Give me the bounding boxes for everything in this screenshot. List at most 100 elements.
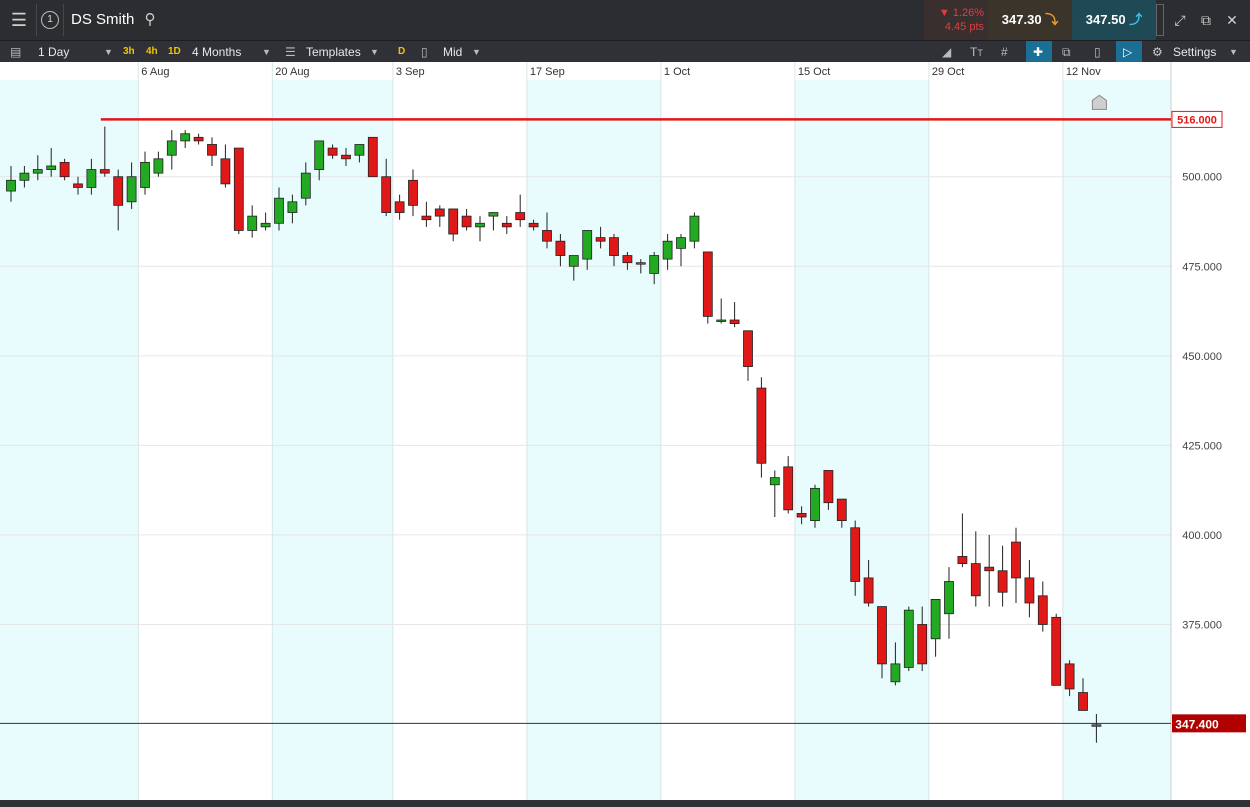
templates-button[interactable]: Templates — [306, 41, 361, 63]
candle-icon[interactable]: ▯ — [421, 41, 428, 63]
candle-body — [1024, 577, 1035, 604]
settings-button[interactable]: Settings — [1173, 41, 1216, 63]
chevron-down-icon[interactable]: ▼ — [370, 41, 379, 63]
price-chart[interactable]: 6 Aug 20 Aug 3 Sep 17 Sep 1 Oct 15 Oct 29 Oct 1… — [0, 62, 1250, 800]
candle-body — [153, 158, 164, 174]
chevron-down-icon[interactable]: ▼ — [104, 41, 113, 63]
candle-body — [783, 466, 794, 511]
candle-body — [756, 387, 767, 464]
candle-body — [635, 262, 646, 265]
type-badge[interactable]: D — [398, 41, 405, 63]
candle-body — [970, 563, 981, 597]
y-axis-labels: 500.000 475.000 450.000 425.000 400.000 375.0… — [1182, 172, 1222, 632]
candle-body — [180, 133, 191, 142]
candle-body — [743, 330, 753, 367]
candle-body — [716, 319, 727, 322]
candle-body — [1078, 692, 1088, 711]
quick-4h-button[interactable]: 4h — [146, 41, 158, 63]
x-tick-label: 1 Oct — [664, 66, 690, 78]
period-band — [526, 62, 661, 800]
candle-body — [354, 144, 365, 156]
candle-body — [247, 215, 258, 231]
change-points: 4.45 pts — [944, 21, 984, 33]
candle-body — [488, 212, 499, 217]
range-select[interactable]: 4 Months — [192, 41, 241, 63]
popout-icon[interactable]: ⧉ — [1194, 0, 1218, 40]
candle-body — [676, 237, 686, 249]
buy-price: 347.50 — [1085, 12, 1126, 27]
candle-body — [233, 147, 244, 231]
y-tick-label: 500.000 — [1182, 172, 1222, 184]
candle-body — [193, 136, 204, 142]
price-label-icon: ▷ — [1123, 45, 1133, 59]
drawing-icon[interactable]: ◢ — [942, 41, 951, 63]
search-icon[interactable]: ⚲ — [140, 0, 160, 40]
candle-body — [917, 624, 928, 665]
chevron-down-icon[interactable]: ▼ — [1229, 41, 1238, 63]
gear-icon[interactable]: ⚙ — [1152, 41, 1163, 63]
layout-number-badge[interactable]: 1 — [41, 11, 59, 29]
scrollbar-handle[interactable] — [1156, 4, 1164, 36]
chevron-down-icon[interactable]: ▼ — [262, 41, 271, 63]
candle-body — [408, 179, 418, 206]
alert-price-label: 516.000 — [1177, 114, 1217, 126]
candle-body — [1051, 616, 1062, 686]
crosshair-button[interactable]: ✚ — [1026, 41, 1052, 63]
candle-body — [609, 237, 619, 256]
candle-body — [542, 230, 552, 242]
candle-body — [1011, 541, 1021, 579]
candle-body — [113, 176, 124, 206]
candle-body — [622, 255, 633, 264]
candle-body — [434, 208, 445, 217]
candle-body — [823, 470, 834, 504]
candle-body — [475, 222, 485, 228]
candle-body — [796, 513, 807, 518]
price-label-button[interactable]: ▷ — [1116, 41, 1142, 63]
x-tick-label: 17 Sep — [530, 66, 565, 78]
chevron-down-icon[interactable]: ▼ — [472, 41, 481, 63]
expand-icon[interactable]: ⤢ — [1168, 0, 1192, 40]
change-percent: 1.26% — [952, 7, 984, 19]
candle-body — [997, 570, 1008, 593]
period-shading — [0, 62, 1171, 800]
candle-tool-icon[interactable]: ▯ — [1094, 41, 1101, 63]
top-bar: ☰ 1 DS Smith ⚲ ▼ 1.26% 4.45 pts 347.30 ⤵… — [0, 0, 1250, 40]
candle-body — [836, 498, 847, 521]
quick-1d-button[interactable]: 1D — [168, 41, 181, 63]
price-type-select[interactable]: Mid — [443, 41, 462, 63]
candle-body — [957, 556, 968, 564]
y-tick-label: 400.000 — [1182, 530, 1222, 542]
text-icon[interactable]: TT — [970, 41, 983, 64]
candle-body — [367, 136, 378, 178]
period-band — [794, 62, 929, 800]
candle-body — [582, 230, 593, 260]
candle-body — [501, 222, 512, 228]
close-icon[interactable]: ✕ — [1220, 0, 1244, 40]
grid-icon[interactable]: # — [1001, 41, 1008, 63]
candle-body — [944, 581, 954, 615]
templates-icon[interactable]: ☰ — [285, 41, 296, 63]
candle-body — [126, 176, 137, 203]
candle-body — [890, 663, 901, 683]
x-tick-label: 3 Sep — [396, 66, 425, 78]
y-tick-label: 450.000 — [1182, 351, 1222, 363]
candle-body — [528, 222, 539, 228]
candle-body — [903, 609, 914, 668]
period-band — [928, 62, 1063, 800]
menu-icon[interactable]: ☰ — [4, 0, 34, 40]
sell-button[interactable]: 347.30 ⤵ — [988, 0, 1072, 40]
copy-icon[interactable]: ⧉ — [1062, 41, 1071, 63]
candle-body — [863, 577, 874, 604]
instrument-title[interactable]: DS Smith — [71, 0, 134, 40]
candle-body — [850, 527, 861, 582]
candle-body — [1064, 663, 1075, 690]
sell-price: 347.30 — [1001, 12, 1042, 27]
interval-select[interactable]: 1 Day — [38, 41, 69, 63]
candle-body — [207, 144, 217, 156]
candle-body — [6, 179, 16, 192]
candle-body — [421, 215, 432, 221]
list-icon[interactable]: ▤ — [10, 41, 21, 63]
x-tick-label: 29 Oct — [932, 66, 964, 78]
buy-button[interactable]: 347.50 ⤴ — [1072, 0, 1156, 40]
quick-3h-button[interactable]: 3h — [123, 41, 135, 63]
